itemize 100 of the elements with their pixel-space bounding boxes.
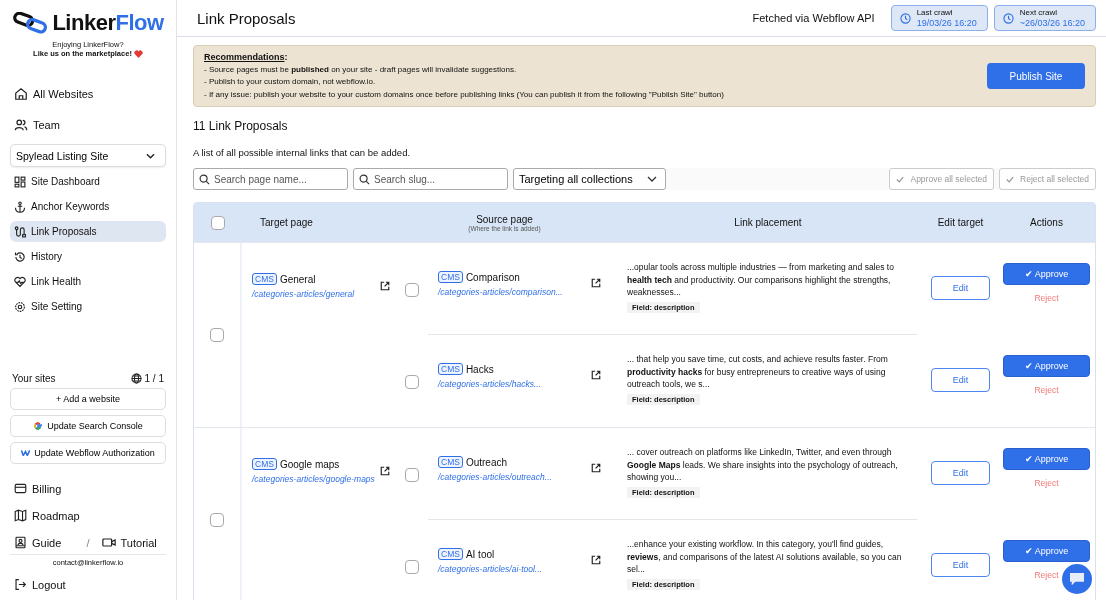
external-link-icon[interactable] bbox=[591, 370, 601, 380]
cms-badge: CMS bbox=[438, 456, 463, 468]
column-header: Actions bbox=[1030, 217, 1063, 228]
page-slug[interactable]: /categories-articles/ai-tool... bbox=[438, 564, 542, 574]
sidebar-button[interactable]: Update Webflow Authorization bbox=[10, 442, 166, 464]
card-icon bbox=[14, 482, 27, 495]
site-select[interactable]: Spylead Listing Site bbox=[10, 144, 166, 167]
banner-heading: Recommendations bbox=[204, 52, 285, 62]
page-title: Hacks bbox=[465, 363, 494, 375]
page-slug[interactable]: /categories-articles/hacks... bbox=[438, 379, 541, 389]
logout-button[interactable]: Logout bbox=[10, 573, 166, 596]
source-checkbox[interactable] bbox=[405, 560, 419, 574]
external-link-icon[interactable] bbox=[591, 278, 601, 288]
house-icon bbox=[14, 86, 28, 101]
edit-button[interactable]: Edit bbox=[931, 553, 990, 577]
chat-bubble-icon bbox=[1068, 572, 1086, 586]
source-checkbox[interactable] bbox=[405, 375, 419, 389]
column-header: Target page bbox=[260, 217, 313, 228]
approve-button[interactable]: ✔ Approve bbox=[1003, 355, 1090, 377]
approve-button[interactable]: ✔ Approve bbox=[1003, 540, 1090, 562]
external-link-icon[interactable] bbox=[380, 466, 390, 476]
row-checkbox[interactable] bbox=[210, 328, 224, 342]
column-header: Source page bbox=[476, 213, 533, 225]
nav-item[interactable]: Billing bbox=[10, 477, 166, 500]
reject-button[interactable]: Reject bbox=[1028, 384, 1065, 396]
page-slug[interactable]: /categories-articles/google-maps bbox=[252, 474, 375, 484]
grid-icon bbox=[14, 175, 26, 188]
nav-item[interactable]: Link Health bbox=[10, 271, 166, 292]
cms-badge: CMS bbox=[252, 273, 277, 285]
recommendation-text: - If any issue: publish your website to your custom domains once before publishing links (You can publish it from the following "Publish Site" button) bbox=[204, 88, 725, 101]
nav-item[interactable]: Roadmap bbox=[10, 504, 166, 527]
history-icon bbox=[14, 250, 26, 263]
nav-item[interactable]: All Websites bbox=[10, 82, 166, 105]
page-title: AI tool bbox=[465, 548, 495, 560]
search-field[interactable]: Search page name... bbox=[193, 168, 348, 190]
approve-button[interactable]: ✔ Approve bbox=[1003, 448, 1090, 470]
publish-site-button[interactable]: Publish Site bbox=[987, 63, 1085, 89]
reject-button[interactable]: Reject bbox=[1028, 569, 1065, 581]
link-snippet: ...opular tools across multiple industries — from marketing and sales to health tech and productivity. Our comparisons highlight the strengths, weaknesses... bbox=[627, 261, 895, 299]
link-snippet: ... that help you save time, cut costs, and achieve results faster. From productivity hacks for busy entrepreneurs to creative ways of using outreach tools, we s... bbox=[627, 353, 889, 391]
page-title: Outreach bbox=[465, 456, 508, 468]
clock-icon bbox=[899, 12, 911, 24]
page-slug[interactable]: /categories-articles/outreach... bbox=[438, 472, 552, 482]
your-sites-label: Your sites bbox=[12, 373, 56, 384]
book-icon bbox=[14, 536, 27, 549]
select-all-checkbox[interactable] bbox=[211, 215, 225, 230]
check-icon bbox=[1006, 175, 1014, 183]
column-header: Link placement bbox=[734, 217, 802, 228]
clock-icon bbox=[1002, 12, 1014, 24]
proposals-count: 11 Link Proposals bbox=[193, 119, 289, 133]
edit-button[interactable]: Edit bbox=[931, 461, 990, 485]
route-icon bbox=[14, 225, 26, 238]
globe-icon bbox=[130, 373, 142, 384]
colon-text: : bbox=[284, 52, 288, 62]
description-text: A list of all possible internal links that can be added. bbox=[193, 147, 412, 158]
nav-item[interactable]: Site Setting bbox=[10, 296, 166, 317]
tutorial-link[interactable]: Tutorial bbox=[97, 531, 166, 554]
separator-text: / bbox=[85, 536, 91, 549]
reject-button[interactable]: Reject bbox=[1028, 477, 1065, 489]
google-g-icon bbox=[33, 421, 44, 431]
chat-button[interactable] bbox=[1062, 564, 1092, 594]
cms-badge: CMS bbox=[438, 363, 463, 375]
collection-dropdown[interactable]: Targeting all collections bbox=[513, 168, 666, 190]
reject-button[interactable]: Reject bbox=[1028, 292, 1065, 304]
page-slug[interactable]: /categories-articles/comparison... bbox=[438, 287, 563, 297]
page-slug[interactable]: /categories-articles/general bbox=[252, 289, 355, 299]
column-header: Edit target bbox=[937, 217, 984, 228]
heart-icon bbox=[133, 49, 143, 58]
nav-item[interactable]: Anchor Keywords bbox=[10, 196, 166, 217]
edit-button[interactable]: Edit bbox=[931, 276, 990, 300]
page-title: Link Proposals bbox=[197, 9, 297, 27]
external-link-icon[interactable] bbox=[591, 463, 601, 473]
search-field[interactable]: Search slug... bbox=[353, 168, 508, 190]
nav-item[interactable]: History bbox=[10, 246, 166, 267]
chevron-down-icon bbox=[646, 176, 657, 182]
edit-button[interactable]: Edit bbox=[931, 368, 990, 392]
site-count: 1 / 1 bbox=[144, 373, 164, 384]
guide-link[interactable]: Guide bbox=[10, 531, 79, 554]
cms-badge: CMS bbox=[438, 271, 463, 283]
crawl-date: 19/03/26 16:20 bbox=[916, 18, 977, 28]
nav-item[interactable]: Link Proposals bbox=[10, 221, 166, 242]
cms-badge: CMS bbox=[438, 548, 463, 560]
sidebar-button[interactable]: Update Search Console bbox=[10, 415, 166, 437]
check-icon bbox=[896, 175, 905, 183]
page-title: Comparison bbox=[465, 271, 520, 283]
row-checkbox[interactable] bbox=[210, 513, 224, 527]
external-link-icon[interactable] bbox=[380, 281, 390, 291]
recommendation-text: - Source pages must be published on your site - draft pages will invalidate suggestions. bbox=[204, 63, 518, 76]
external-link-icon[interactable] bbox=[591, 555, 601, 565]
page-title: General bbox=[279, 273, 316, 285]
w-icon bbox=[21, 450, 31, 456]
video-camera-icon bbox=[101, 537, 116, 548]
nav-item[interactable]: Site Dashboard bbox=[10, 171, 166, 192]
approve-button[interactable]: ✔ Approve bbox=[1003, 263, 1090, 285]
source-checkbox[interactable] bbox=[405, 468, 419, 482]
sidebar-button[interactable]: + Add a website bbox=[10, 388, 166, 410]
heart-pulse-icon bbox=[14, 275, 26, 288]
anchor-icon bbox=[14, 200, 26, 213]
source-checkbox[interactable] bbox=[405, 283, 419, 297]
nav-item[interactable]: Team bbox=[10, 113, 166, 136]
